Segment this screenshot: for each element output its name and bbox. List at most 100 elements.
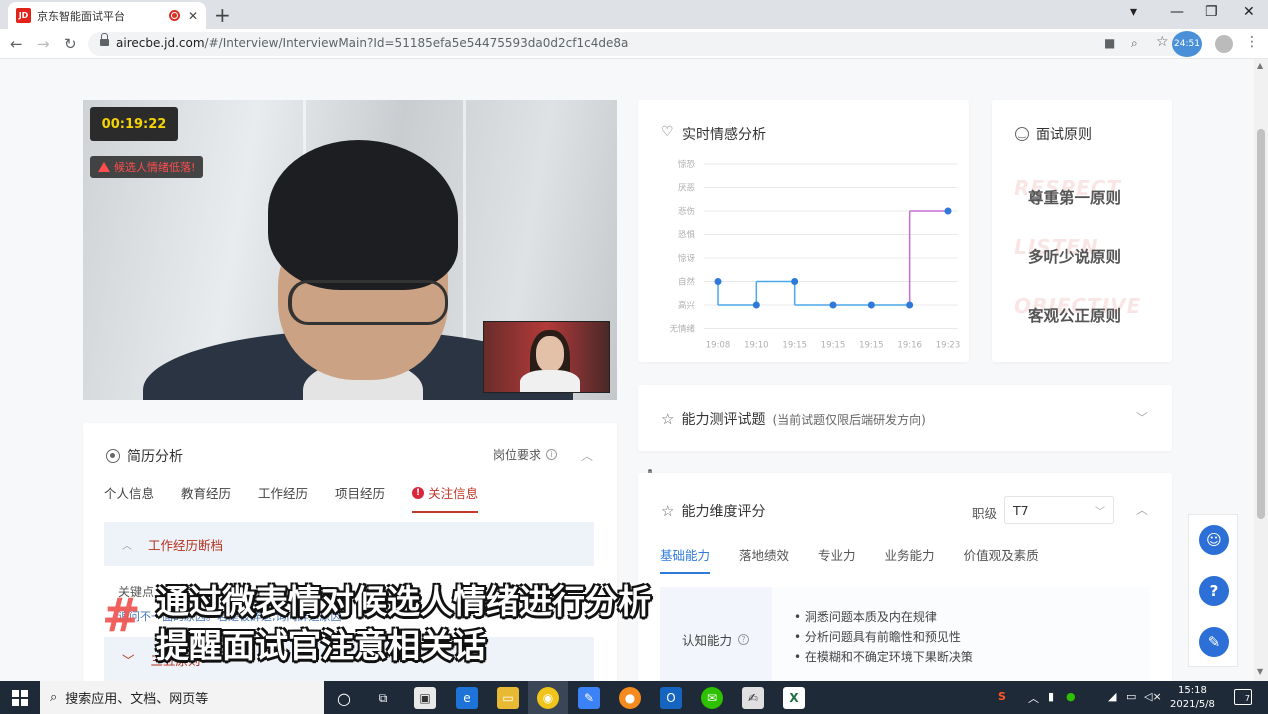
tray-expand-icon[interactable]: ︿ (1028, 690, 1039, 706)
dimension-tabs: 基础能力 落地绩效 专业力 业务能力 价值观及素质 (660, 545, 1039, 574)
tab-performance[interactable]: 落地绩效 (739, 545, 789, 574)
outlook-icon[interactable]: O (660, 687, 682, 709)
ability-test-title: ☆ 能力测评试题 (当前试题仅限后端研发方向) (661, 410, 926, 428)
scroll-thumb[interactable] (1257, 129, 1265, 519)
tab-projects[interactable]: 项目经历 (335, 483, 385, 513)
smile-icon: ‿ (1015, 127, 1029, 141)
y-tick-label: 自然 (678, 277, 696, 288)
tab-personal-info[interactable]: 个人信息 (104, 483, 154, 513)
ability-test-note: (当前试题仅限后端研发方向) (772, 412, 926, 427)
recording-icon (168, 10, 180, 21)
browser-tab[interactable]: JD 京东智能面试平台 ✕ (8, 2, 206, 29)
camera-icon[interactable]: ■ (1104, 36, 1115, 50)
zoom-icon[interactable]: ⌕ (1131, 36, 1138, 51)
tab-title: 京东智能面试平台 (37, 9, 125, 23)
network-icon[interactable]: ◢ (1108, 690, 1116, 703)
help-icon[interactable]: ? (738, 634, 750, 645)
microphone-icon[interactable]: ▮ (1048, 690, 1054, 703)
tab-business[interactable]: 业务能力 (885, 545, 935, 574)
chat-bot-icon[interactable]: ☺ (1199, 525, 1229, 555)
tab-values[interactable]: 价值观及素质 (964, 545, 1039, 574)
collapse-chevron-icon[interactable]: ︿ (1136, 501, 1148, 518)
help-question-icon[interactable]: ? (1199, 576, 1229, 606)
edge-icon[interactable]: e (456, 687, 478, 709)
task-view-icon[interactable]: ⧉ (372, 687, 394, 709)
new-tab-button[interactable]: + (214, 3, 231, 27)
scroll-down-icon[interactable]: ▼ (1257, 667, 1263, 676)
resume-tabs: 个人信息 教育经历 工作经历 项目经历 ! 关注信息 (104, 483, 479, 513)
file-explorer-icon[interactable]: ▭ (497, 687, 519, 709)
recorder-icon[interactable]: ● (619, 687, 641, 709)
work-gap-section[interactable]: ︿ 工作经历断档 (104, 522, 594, 566)
principle-listen: LISTEN 多听少说原则 (1014, 235, 1122, 266)
close-tab-icon[interactable]: ✕ (188, 9, 198, 23)
forward-icon[interactable]: → (37, 35, 50, 53)
notification-center-icon[interactable]: 7 (1234, 689, 1252, 705)
notes-icon[interactable]: ✎ (578, 687, 600, 709)
pen-app-icon[interactable]: ✍ (742, 687, 764, 709)
profile-dropdown-icon[interactable]: ▾ (1130, 4, 1137, 20)
minimize-button[interactable]: — (1170, 4, 1184, 20)
cognitive-ability-box: 认知能力 ? • 洞悉问题本质及内在规律 • 分析问题具有前瞻性和预见性 • 在… (660, 587, 1150, 681)
bookmark-star-icon[interactable]: ☆ (1156, 34, 1169, 50)
address-bar[interactable]: airecbe.jd.com/#/Interview/InterviewMain… (88, 32, 1194, 56)
extension-badge[interactable]: 24:51 (1172, 31, 1202, 57)
lock-icon (100, 33, 109, 47)
browser-menu-icon[interactable]: ⋮ (1245, 34, 1259, 50)
emotion-title: 实时情感分析 (661, 124, 766, 144)
principles-title: ‿ 面试原则 (1015, 124, 1092, 144)
tab-professional[interactable]: 专业力 (818, 545, 856, 574)
windows-taskbar: ⌕ 搜索应用、文档、网页等 ○ ⧉ ▣ e ▭ ◉ ✎ ● O ✉ ✍ X S … (0, 681, 1268, 714)
windows-start-icon[interactable] (12, 690, 28, 706)
jd-favicon-icon: JD (16, 8, 31, 23)
close-window-button[interactable]: ✕ (1243, 4, 1255, 20)
taskbar-search[interactable]: ⌕ 搜索应用、文档、网页等 (40, 681, 324, 714)
emotion-chart: 惊恐厌恶悲伤恐惧惊讶自然高兴无情绪 19:08 19:10 19:15 19:15 19:… (669, 159, 960, 351)
chrome-icon[interactable]: ◉ (537, 687, 559, 709)
restore-button[interactable]: ❐ (1205, 4, 1218, 20)
resume-title: 简历分析 (106, 446, 183, 466)
expand-chevron-icon[interactable]: ﹀ (1136, 409, 1148, 426)
url-text: airecbe.jd.com/#/Interview/InterviewMain… (116, 36, 629, 50)
level-label: 职级 (972, 506, 998, 521)
store-icon[interactable]: ▣ (414, 687, 436, 709)
wechat-tray-icon[interactable]: ● (1066, 690, 1076, 703)
data-point (714, 278, 722, 285)
three-five-section[interactable]: ﹀ 三五原则 (104, 637, 594, 681)
emotion-warning: 候选人情绪低落! (90, 156, 204, 178)
x-tick-label: 19:16 (897, 341, 922, 351)
reload-icon[interactable]: ↻ (64, 35, 77, 53)
excel-icon[interactable]: X (783, 687, 805, 709)
y-tick-label: 惊恐 (678, 159, 696, 170)
page-scrollbar[interactable]: ▲ ▼ (1254, 59, 1268, 681)
ability-test-card[interactable]: ☆ 能力测评试题 (当前试题仅限后端研发方向) ﹀ (638, 385, 1172, 451)
y-tick-label: 高兴 (678, 300, 696, 311)
back-icon[interactable]: ← (10, 35, 23, 53)
data-point (791, 278, 799, 285)
profile-avatar[interactable] (1215, 35, 1233, 53)
ime-icon[interactable]: S (998, 690, 1006, 703)
tab-basic-ability[interactable]: 基础能力 (660, 545, 711, 574)
chevron-down-icon: ﹀ (1095, 506, 1105, 518)
collapse-chevron-icon[interactable]: ︿ (581, 447, 593, 464)
tab-education[interactable]: 教育经历 (181, 483, 231, 513)
principle-objective: OBJECTIVE 客观公正原则 (1014, 294, 1142, 325)
wechat-icon[interactable]: ✉ (701, 687, 723, 709)
tab-work[interactable]: 工作经历 (258, 483, 308, 513)
principle-respect: RESPECT 尊重第一原则 (1014, 176, 1122, 207)
system-clock[interactable]: 15:18 2021/5/8 (1170, 684, 1215, 712)
x-tick-label: 19:15 (821, 341, 846, 351)
x-tick-label: 19:15 (859, 341, 884, 351)
chevron-down-icon: ﹀ (122, 652, 135, 668)
x-tick-label: 19:08 (706, 341, 731, 351)
search-icon: ⌕ (50, 690, 58, 705)
job-requirement-link[interactable]: 岗位要求 i (493, 446, 558, 463)
tab-attention[interactable]: ! 关注信息 (412, 483, 479, 513)
cortana-icon[interactable]: ○ (333, 687, 355, 709)
level-select[interactable]: T7 ﹀ (1004, 496, 1114, 524)
data-point (867, 301, 875, 309)
volume-icon[interactable]: ◁× (1144, 690, 1162, 703)
edit-pen-icon[interactable]: ✎ (1199, 627, 1229, 657)
battery-icon[interactable]: ▭ (1126, 690, 1136, 703)
scroll-up-icon[interactable]: ▲ (1257, 61, 1263, 70)
